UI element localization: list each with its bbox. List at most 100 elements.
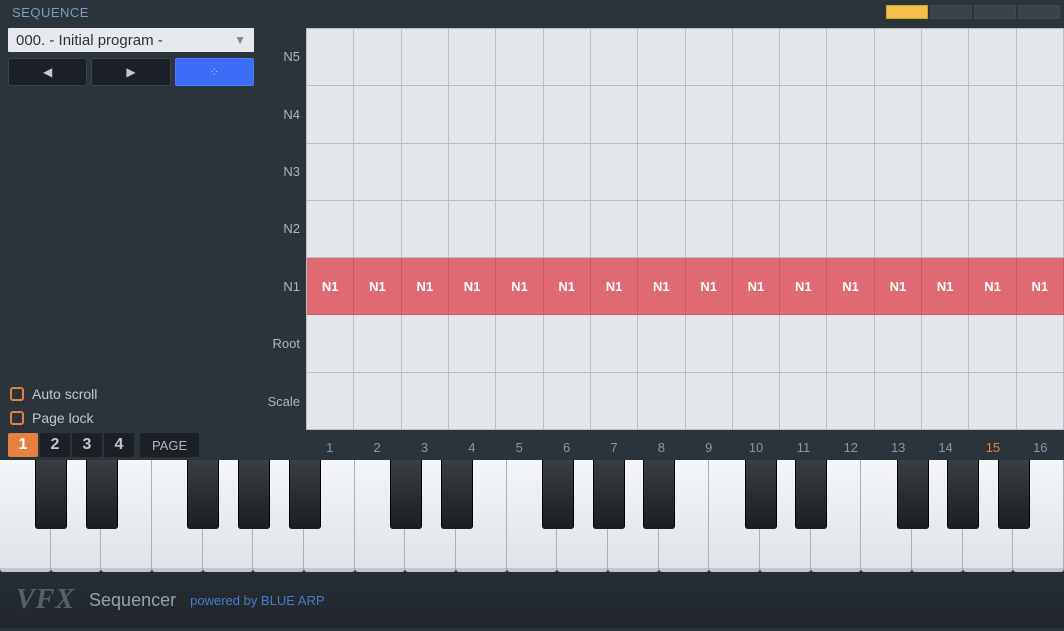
grid-cell[interactable] xyxy=(544,315,591,372)
black-key[interactable] xyxy=(35,460,67,529)
black-key[interactable] xyxy=(795,460,827,529)
grid-cell[interactable] xyxy=(827,29,874,86)
grid-cell[interactable] xyxy=(496,373,543,430)
grid-cell[interactable] xyxy=(354,315,401,372)
step-number[interactable]: 7 xyxy=(590,436,637,455)
black-key[interactable] xyxy=(289,460,321,529)
grid-cell[interactable] xyxy=(402,144,449,201)
grid-cell[interactable] xyxy=(1017,144,1064,201)
grid-cell[interactable] xyxy=(1017,373,1064,430)
grid-cell[interactable] xyxy=(638,29,685,86)
grid-cell[interactable] xyxy=(1017,86,1064,143)
black-key[interactable] xyxy=(441,460,473,529)
status-box-1[interactable] xyxy=(886,5,928,19)
step-number[interactable]: 6 xyxy=(543,436,590,455)
grid-cell[interactable] xyxy=(875,201,922,258)
grid-cell[interactable] xyxy=(544,29,591,86)
grid-cell[interactable] xyxy=(969,144,1016,201)
grid-cell[interactable] xyxy=(449,373,496,430)
grid-cell[interactable] xyxy=(354,29,401,86)
grid-cell[interactable] xyxy=(827,86,874,143)
black-key[interactable] xyxy=(998,460,1030,529)
grid-cell[interactable] xyxy=(733,29,780,86)
page-tab[interactable]: 4 xyxy=(104,433,134,457)
grid-cell[interactable] xyxy=(354,373,401,430)
auto-scroll-checkbox[interactable] xyxy=(10,387,24,401)
grid-cell[interactable] xyxy=(780,29,827,86)
grid-cell[interactable] xyxy=(1017,315,1064,372)
grid-cell[interactable]: N1 xyxy=(969,258,1016,315)
grid-cell[interactable] xyxy=(922,373,969,430)
grid-cell[interactable] xyxy=(307,201,354,258)
page-tab[interactable]: 1 xyxy=(8,433,38,457)
grid-cell[interactable] xyxy=(496,315,543,372)
grid-cell[interactable] xyxy=(638,315,685,372)
step-number[interactable]: 13 xyxy=(875,436,922,455)
grid-cell[interactable]: N1 xyxy=(922,258,969,315)
grid-cell[interactable] xyxy=(733,315,780,372)
grid-cell[interactable] xyxy=(827,144,874,201)
grid-cell[interactable] xyxy=(402,315,449,372)
grid-cell[interactable] xyxy=(827,315,874,372)
step-number[interactable]: 11 xyxy=(780,436,827,455)
step-number[interactable]: 2 xyxy=(353,436,400,455)
grid-cell[interactable] xyxy=(875,373,922,430)
grid-cell[interactable] xyxy=(354,86,401,143)
grid-cell[interactable] xyxy=(922,144,969,201)
grid-cell[interactable] xyxy=(686,315,733,372)
grid-cell[interactable] xyxy=(591,315,638,372)
black-key[interactable] xyxy=(390,460,422,529)
grid-cell[interactable] xyxy=(686,144,733,201)
grid-cell[interactable] xyxy=(969,315,1016,372)
grid-cell[interactable] xyxy=(402,29,449,86)
grid-cell[interactable] xyxy=(496,201,543,258)
step-number[interactable]: 16 xyxy=(1017,436,1064,455)
black-key[interactable] xyxy=(542,460,574,529)
grid-cell[interactable] xyxy=(496,29,543,86)
grid-cell[interactable] xyxy=(496,86,543,143)
grid-cell[interactable]: N1 xyxy=(591,258,638,315)
grid-cell[interactable] xyxy=(591,201,638,258)
black-key[interactable] xyxy=(947,460,979,529)
grid-cell[interactable] xyxy=(827,373,874,430)
grid-cell[interactable] xyxy=(875,86,922,143)
grid-cell[interactable] xyxy=(544,144,591,201)
step-number[interactable]: 9 xyxy=(685,436,732,455)
grid-cell[interactable]: N1 xyxy=(307,258,354,315)
step-number[interactable]: 1 xyxy=(306,436,353,455)
grid-cell[interactable] xyxy=(591,86,638,143)
grid-cell[interactable]: N1 xyxy=(733,258,780,315)
grid-cell[interactable] xyxy=(780,144,827,201)
grid-cell[interactable] xyxy=(402,373,449,430)
grid-cell[interactable] xyxy=(733,373,780,430)
step-number[interactable]: 15 xyxy=(969,436,1016,455)
program-dropdown[interactable]: 000. - Initial program - ▼ xyxy=(8,28,254,52)
grid-cell[interactable] xyxy=(733,201,780,258)
grid-cell[interactable] xyxy=(686,29,733,86)
grid-cell[interactable] xyxy=(544,86,591,143)
grid-cell[interactable] xyxy=(307,86,354,143)
grid-cell[interactable] xyxy=(733,144,780,201)
grid-cell[interactable] xyxy=(449,86,496,143)
grid-cell[interactable] xyxy=(686,373,733,430)
grid-cell[interactable] xyxy=(544,201,591,258)
step-number[interactable]: 3 xyxy=(401,436,448,455)
step-number[interactable]: 14 xyxy=(922,436,969,455)
grid-cell[interactable] xyxy=(1017,201,1064,258)
grid-cell[interactable]: N1 xyxy=(638,258,685,315)
page-tab[interactable]: 2 xyxy=(40,433,70,457)
step-number[interactable]: 10 xyxy=(732,436,779,455)
grid-cell[interactable]: N1 xyxy=(496,258,543,315)
random-button[interactable]: ⁘ xyxy=(175,58,254,86)
grid-cell[interactable] xyxy=(780,201,827,258)
grid-cell[interactable] xyxy=(354,144,401,201)
grid-cell[interactable] xyxy=(307,315,354,372)
grid-cell[interactable] xyxy=(969,201,1016,258)
grid-cell[interactable] xyxy=(496,144,543,201)
step-number[interactable]: 4 xyxy=(448,436,495,455)
step-number[interactable]: 12 xyxy=(827,436,874,455)
grid-cell[interactable] xyxy=(922,29,969,86)
grid-cell[interactable]: N1 xyxy=(686,258,733,315)
grid-cell[interactable] xyxy=(449,29,496,86)
black-key[interactable] xyxy=(187,460,219,529)
